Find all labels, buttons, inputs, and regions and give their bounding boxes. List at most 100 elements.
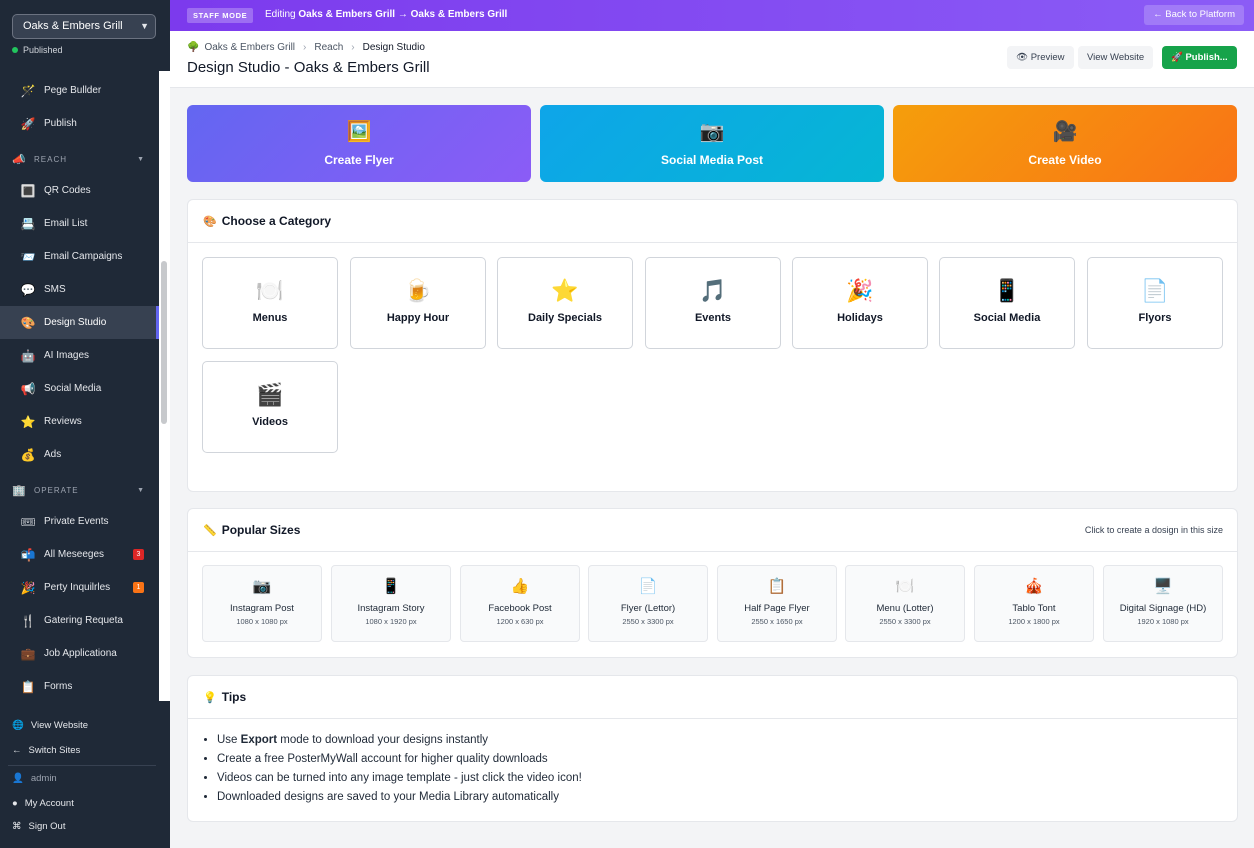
size-dimensions: 2550 x 3300 px (879, 617, 931, 626)
size-facebook-post[interactable]: 👍 Facebook Post 1200 x 630 px (460, 565, 580, 642)
sidebar-item-job-applications[interactable]: 💼 Job Applicationa (0, 637, 159, 670)
sidebar-item-qr-codes[interactable]: 🔳 QR Codes (0, 174, 159, 207)
view-website-button[interactable]: View Website (1078, 46, 1154, 69)
social-media-post-label: Social Media Post (660, 153, 764, 167)
tip-item: Downloaded designs are saved to your Med… (217, 788, 1237, 807)
clapperboard-icon: 🎬 (256, 382, 284, 407)
main-content: 🖼️ Create Flyer 📷 Social Media Post 🎥 Cr… (170, 88, 1254, 848)
sidebar-item-design-studio[interactable]: 🎨 Design Studio (0, 306, 159, 339)
site-selector[interactable]: Oaks & Embers Grill ▼ (12, 14, 156, 39)
mailbox-icon: 📬 (20, 547, 36, 562)
document-icon: 📄 (1141, 278, 1169, 303)
mobile-phone-icon: 📱 (993, 278, 1021, 303)
sidebar-item-label: All Meseeges (44, 549, 105, 560)
sidebar-item-email-campaigns[interactable]: 📨 Email Campaigns (0, 240, 159, 273)
view-website-link[interactable]: 🌐 View Website (12, 720, 88, 731)
breadcrumb: 🌳 Oaks & Embers Grill › Reach › Design S… (187, 42, 425, 53)
category-label: Happy Hour (386, 312, 450, 324)
editing-target: Oaks & Embers Grill → Oaks & Embers Gril… (298, 9, 508, 20)
sidebar-divider (8, 765, 156, 766)
sidebar-item-label: Perty Inquilrles (44, 582, 111, 593)
globe-icon: 🌐 (12, 720, 24, 731)
category-flyers[interactable]: 📄 Flyors (1087, 257, 1223, 349)
switch-sites-link[interactable]: ← Switch Sites (12, 745, 80, 756)
sign-out-link[interactable]: ⌘ Sign Out (12, 821, 65, 832)
size-dimensions: 1920 x 1080 px (1137, 617, 1189, 626)
sidebar-item-ads[interactable]: 💰 Ads (0, 438, 159, 471)
qr-code-icon: 🔳 (20, 183, 36, 198)
size-half-page-flyer[interactable]: 📋 Half Page Flyer 2550 x 1650 px (717, 565, 837, 642)
category-card-title: Choose a Category (221, 214, 332, 228)
unread-count-badge: 3 (133, 549, 144, 560)
breadcrumb-site[interactable]: Oaks & Embers Grill (204, 42, 295, 53)
category-card: 🎨 Choose a Category 🍽️ Menus 🍺 Happy Hou… (187, 199, 1238, 492)
category-daily-specials[interactable]: ⭐ Daily Specials (497, 257, 633, 349)
building-icon: 🏢 (12, 484, 27, 497)
thumbs-up-icon: 👍 (510, 578, 530, 595)
create-video-tile[interactable]: 🎥 Create Video (893, 105, 1237, 182)
size-menu-letter[interactable]: 🍽️ Menu (Lotter) 2550 x 3300 px (845, 565, 965, 642)
sidebar: Oaks & Embers Grill ▼ Published 🪄 Pege B… (0, 0, 170, 848)
sidebar-item-ai-images[interactable]: 🤖 AI Images (0, 339, 159, 372)
sidebar-section-operate[interactable]: 🏢 OPERATE ▼ (0, 480, 159, 500)
breadcrumb-reach[interactable]: Reach (314, 42, 343, 53)
unread-count-badge: 1 (133, 582, 144, 593)
sidebar-item-reviews[interactable]: ⭐ Reviews (0, 405, 159, 438)
size-flyer-letter[interactable]: 📄 Flyer (Lettor) 2550 x 3300 px (588, 565, 708, 642)
category-events[interactable]: 🎵 Events (645, 257, 781, 349)
popular-sizes-title: Popular Sizes (221, 523, 301, 537)
sidebar-item-party-inquiries[interactable]: 🎉 Perty Inquilrles 1 (0, 571, 159, 604)
plate-icon: 🍽️ (256, 278, 284, 303)
publish-button[interactable]: 🚀 Publish... (1162, 46, 1237, 69)
tip-text-bold: Export (240, 734, 278, 746)
category-card-header: 🎨 Choose a Category (188, 200, 1237, 243)
back-to-platform-button[interactable]: ← Back to Platform (1144, 5, 1244, 25)
sidebar-item-all-messages[interactable]: 📬 All Meseeges 3 (0, 538, 159, 571)
sidebar-item-catering-requests[interactable]: 🍴 Gatering Requeta (0, 604, 159, 637)
breadcrumb-current: Design Studio (362, 42, 425, 53)
page-title: Design Studio - Oaks & Embers Grill (187, 59, 430, 76)
sidebar-item-private-events[interactable]: 🎟 Private Events (0, 505, 159, 538)
sidebar-scrollbar[interactable] (159, 71, 170, 701)
sign-out-icon: ⌘ (12, 821, 22, 832)
preview-button[interactable]: 👁 Preview (1007, 46, 1074, 69)
my-account-link[interactable]: ● My Account (12, 798, 74, 809)
chat-bubble-icon: 💬 (20, 282, 36, 297)
category-label: Videos (252, 416, 288, 428)
music-note-icon: 🎵 (699, 278, 727, 303)
category-label: Menus (252, 312, 288, 324)
size-name: Half Page Flyer (744, 603, 810, 614)
scrollbar-thumb[interactable] (161, 261, 167, 424)
fork-knife-icon: 🍴 (20, 613, 36, 628)
sidebar-item-page-builder[interactable]: 🪄 Pege Bullder (0, 74, 159, 107)
tips-card: 💡 Tips Use Export mode to download your … (187, 675, 1238, 822)
sidebar-item-sms[interactable]: 💬 SMS (0, 273, 159, 306)
sidebar-item-social-media[interactable]: 📢 Social Media (0, 372, 159, 405)
size-digital-signage[interactable]: 🖥️ Digital Signage (HD) 1920 x 1080 px (1103, 565, 1223, 642)
size-name: Menu (Lotter) (876, 603, 934, 614)
category-videos[interactable]: 🎬 Videos (202, 361, 338, 453)
switch-sites-label: Switch Sites (28, 745, 81, 756)
sidebar-section-reach[interactable]: 📣 REACH ▼ (0, 149, 159, 169)
robot-icon: 🤖 (20, 348, 36, 363)
collapse-caret-icon: ▼ (137, 155, 145, 163)
category-menus[interactable]: 🍽️ Menus (202, 257, 338, 349)
category-social-media[interactable]: 📱 Social Media (939, 257, 1075, 349)
chevron-down-icon: ▼ (140, 21, 149, 31)
category-happy-hour[interactable]: 🍺 Happy Hour (350, 257, 486, 349)
social-media-post-tile[interactable]: 📷 Social Media Post (540, 105, 884, 182)
chevron-right-icon: › (351, 42, 355, 53)
create-flyer-tile[interactable]: 🖼️ Create Flyer (187, 105, 531, 182)
ticket-icon: 🎟 (20, 514, 36, 529)
username: admin (30, 773, 57, 784)
size-instagram-story[interactable]: 📱 Instagram Story 1080 x 1920 px (331, 565, 451, 642)
size-name: Instagram Post (230, 603, 294, 614)
camera-icon: 📷 (252, 578, 272, 595)
staff-mode-banner: STAFF MODE Editing Oaks & Embers Grill →… (170, 0, 1254, 31)
sidebar-item-publish[interactable]: 🚀 Publish (0, 107, 159, 140)
sidebar-item-forms[interactable]: 📋 Forms (0, 670, 159, 701)
size-table-tent[interactable]: 🎪 Tablo Tont 1200 x 1800 px (974, 565, 1094, 642)
category-holidays[interactable]: 🎉 Holidays (792, 257, 928, 349)
size-instagram-post[interactable]: 📷 Instagram Post 1080 x 1080 px (202, 565, 322, 642)
sidebar-item-email-list[interactable]: 📇 Email List (0, 207, 159, 240)
